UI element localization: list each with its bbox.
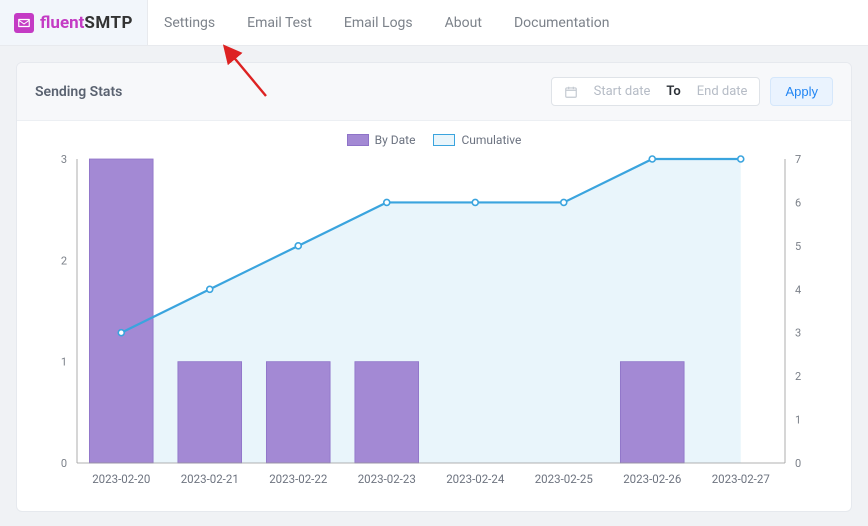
svg-text:2023-02-27: 2023-02-27 (712, 472, 770, 486)
svg-text:2023-02-24: 2023-02-24 (446, 472, 505, 486)
nav-documentation[interactable]: Documentation (498, 0, 626, 46)
svg-text:2: 2 (795, 370, 801, 383)
nav-about[interactable]: About (429, 0, 498, 46)
legend-bar-label: By Date (375, 133, 416, 147)
nav-items: Settings Email Test Email Logs About Doc… (148, 0, 625, 46)
end-date-placeholder: End date (697, 84, 748, 99)
brand-part2: SMTP (84, 13, 133, 33)
chart-legend: By Date Cumulative (41, 133, 827, 147)
legend-swatch-bar (347, 134, 369, 146)
top-nav: fluentSMTP Settings Email Test Email Log… (0, 0, 868, 46)
svg-text:7: 7 (795, 153, 801, 166)
start-date-placeholder: Start date (594, 84, 651, 99)
svg-text:2023-02-23: 2023-02-23 (358, 472, 416, 486)
svg-text:0: 0 (795, 457, 801, 470)
nav-email-test[interactable]: Email Test (231, 0, 328, 46)
brand-text: fluentSMTP (40, 13, 133, 33)
apply-button[interactable]: Apply (770, 77, 833, 106)
sending-stats-chart: 0 1 2 3 0 1 2 3 4 5 6 7 2023-02-20 2023-02-21 2023-02-… (41, 153, 821, 493)
svg-text:2023-02-20: 2023-02-20 (92, 472, 150, 486)
panel-title: Sending Stats (35, 84, 122, 100)
svg-text:4: 4 (795, 283, 801, 296)
svg-text:2023-02-22: 2023-02-22 (269, 472, 328, 486)
chart-container: By Date Cumulative 0 1 2 3 0 1 2 3 4 5 6 7 2023-02-2… (17, 121, 851, 511)
svg-text:3: 3 (61, 153, 67, 166)
date-to-label: To (666, 84, 680, 99)
svg-text:0: 0 (61, 457, 67, 470)
svg-text:2023-02-21: 2023-02-21 (181, 472, 239, 486)
svg-text:3: 3 (795, 327, 801, 340)
brand-part1: fluent (40, 13, 84, 33)
brand[interactable]: fluentSMTP (0, 0, 148, 45)
legend-swatch-line (433, 134, 455, 146)
svg-text:2: 2 (61, 254, 67, 267)
date-range-picker: Start date To End date Apply (551, 77, 833, 106)
nav-settings[interactable]: Settings (148, 0, 231, 46)
legend-line-label: Cumulative (461, 133, 521, 147)
svg-text:5: 5 (795, 240, 801, 253)
svg-text:1: 1 (795, 414, 801, 427)
legend-by-date[interactable]: By Date (347, 133, 416, 147)
svg-text:1: 1 (61, 356, 67, 369)
svg-text:2023-02-25: 2023-02-25 (535, 472, 594, 486)
svg-text:2023-02-26: 2023-02-26 (623, 472, 681, 486)
nav-email-logs[interactable]: Email Logs (328, 0, 429, 46)
panel-header: Sending Stats Start date To End date App… (17, 63, 851, 121)
date-range-input[interactable]: Start date To End date (551, 77, 761, 106)
envelope-icon (14, 13, 34, 33)
stats-panel: Sending Stats Start date To End date App… (16, 62, 852, 512)
legend-cumulative[interactable]: Cumulative (433, 133, 521, 147)
svg-text:6: 6 (795, 196, 801, 209)
calendar-icon (564, 85, 578, 99)
